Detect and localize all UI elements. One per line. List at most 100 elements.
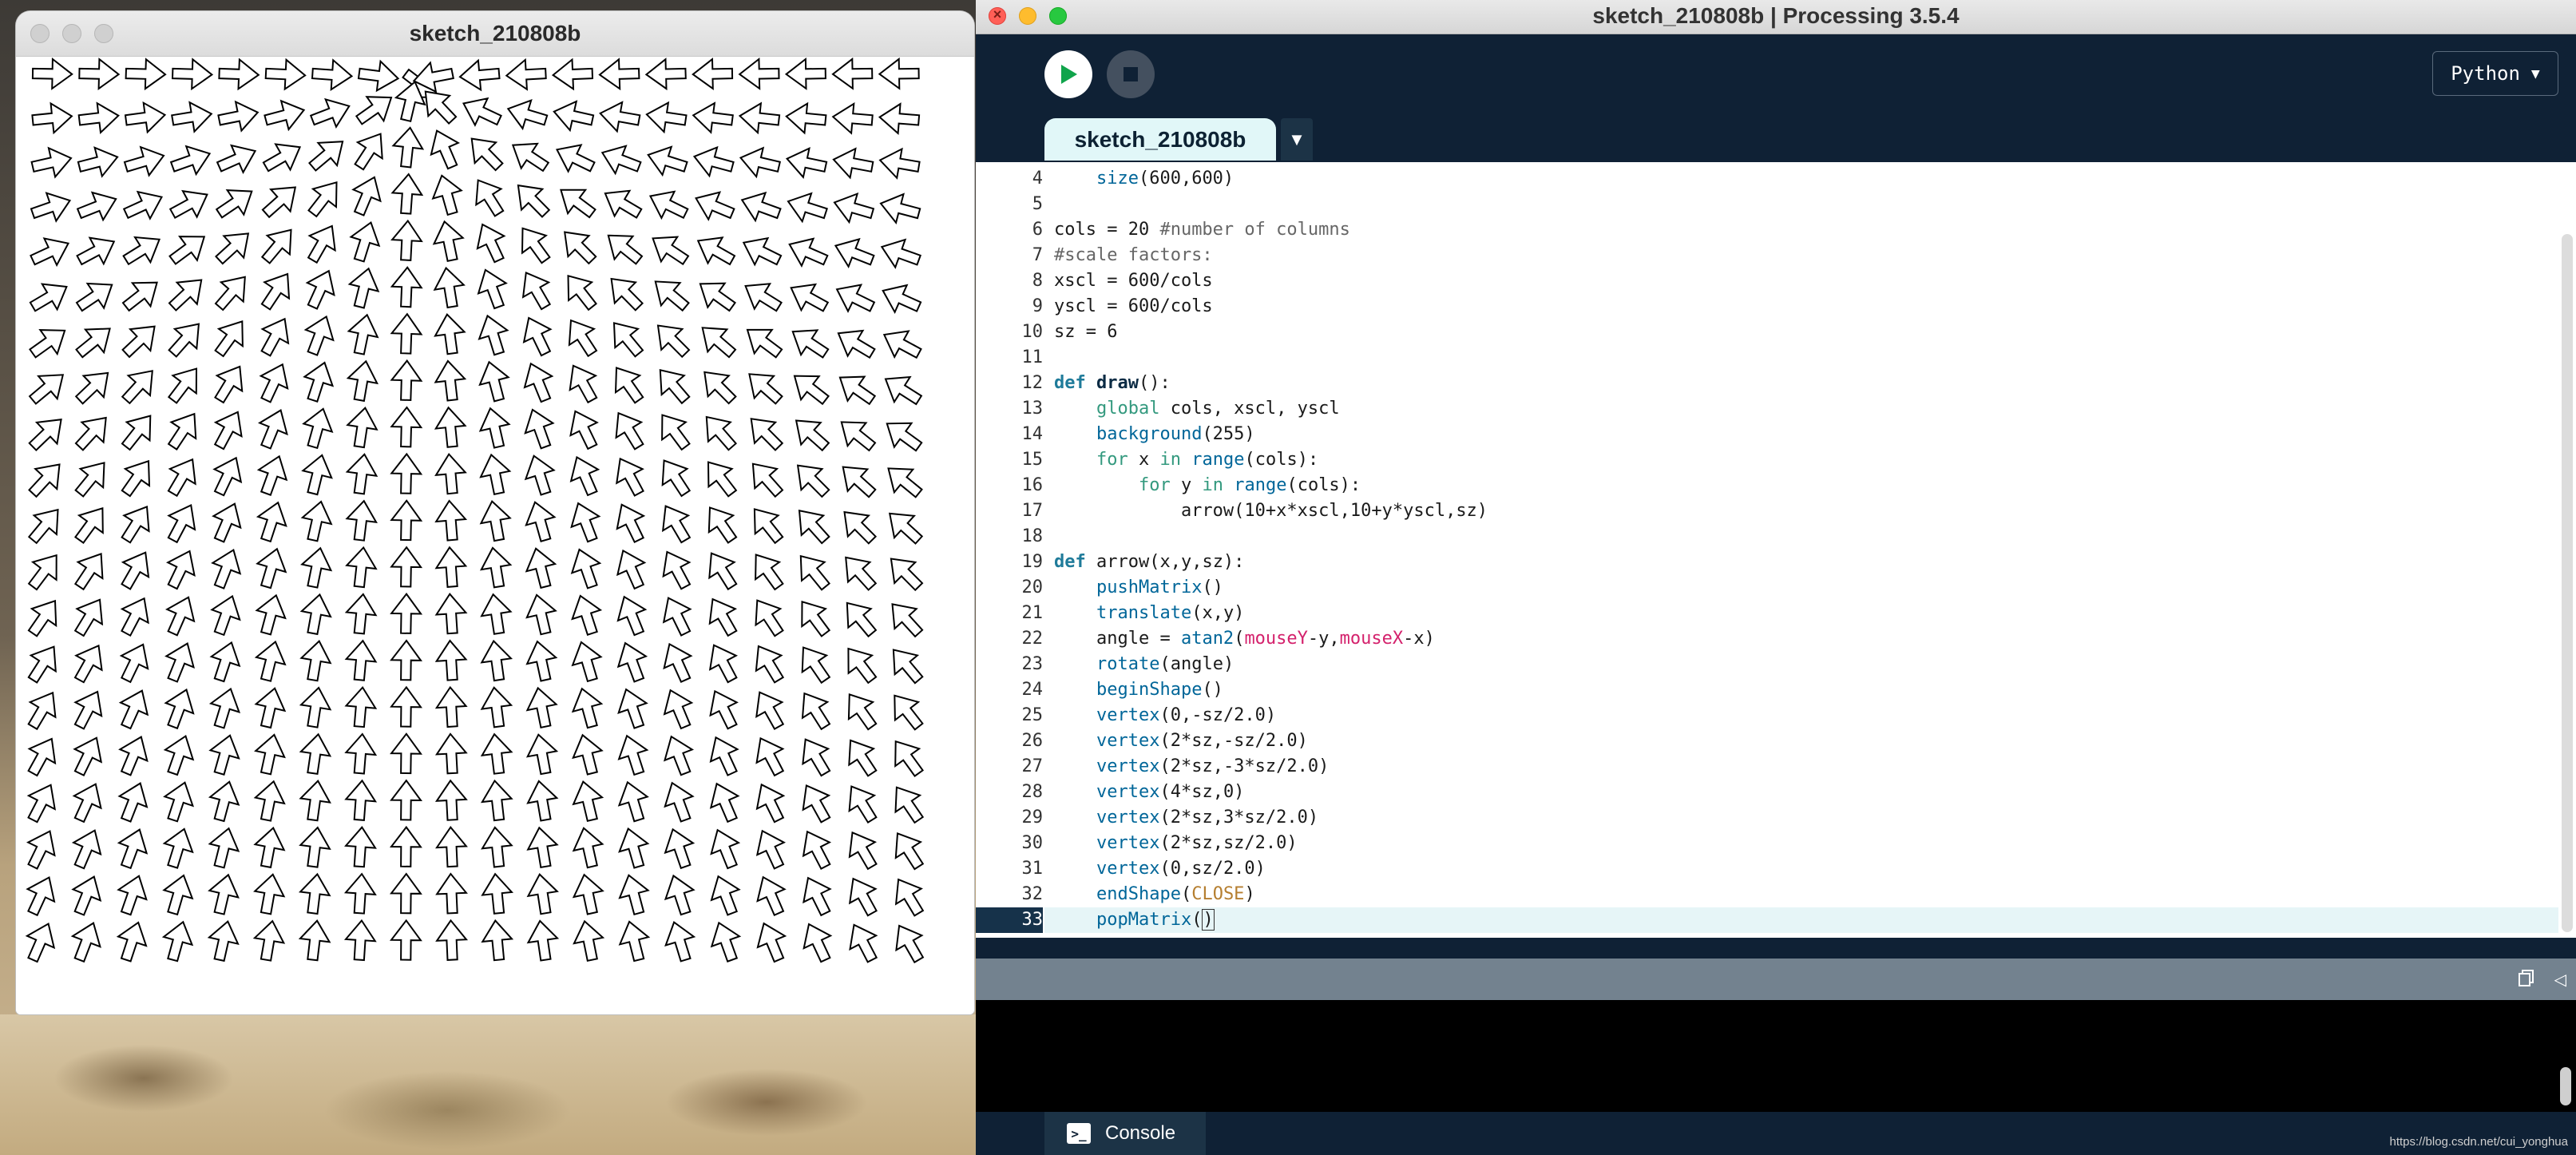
arrow-shape [569, 364, 598, 404]
arrow-shape [347, 267, 380, 309]
arrow-shape [260, 228, 292, 264]
arrow-shape [707, 461, 738, 498]
arrow-shape [481, 779, 513, 822]
code-line[interactable]: vertex(0,sz/2.0) [1044, 856, 2558, 882]
arrow-shape [118, 736, 149, 776]
arrow-shape [74, 416, 107, 451]
line-number: 24 [1021, 680, 1044, 700]
arrow-shape [506, 98, 549, 131]
arrow-shape [616, 549, 647, 590]
arrow-shape [480, 593, 513, 635]
arrow-shape [73, 690, 103, 730]
code-line[interactable]: rotate(angle) [1044, 652, 2558, 677]
arrow-shape [309, 97, 351, 129]
arrow-shape [481, 826, 513, 868]
arrow-shape [571, 687, 604, 729]
code-line[interactable]: def draw(): [1044, 371, 2558, 396]
copy-icon[interactable] [2517, 968, 2536, 987]
collapse-console-icon[interactable]: ◁ [2554, 970, 2566, 990]
code-line[interactable]: vertex(0,-sz/2.0) [1044, 703, 2558, 728]
arrow-shape [208, 734, 240, 776]
arrow-shape [525, 640, 558, 682]
code-line[interactable]: vertex(2*sz,sz/2.0) [1044, 831, 2558, 856]
arrow-shape [894, 740, 925, 777]
ide-titlebar[interactable]: × sketch_210808b | Processing 3.5.4 [976, 0, 2576, 34]
arrow-shape [434, 593, 468, 635]
tab-menu-button[interactable]: ▼ [1281, 118, 1313, 161]
arrow-shape [569, 455, 600, 497]
arrow-shape [709, 689, 739, 730]
arrow-shape [607, 234, 644, 265]
arrow-shape [168, 189, 208, 219]
editor-scrollbar[interactable] [2562, 234, 2573, 932]
code-line[interactable]: pushMatrix() [1044, 575, 2558, 601]
code-line[interactable]: angle = atan2(mouseY-y,mouseX-x) [1044, 626, 2558, 652]
code-line[interactable]: vertex(4*sz,0) [1044, 780, 2558, 805]
code-line[interactable]: vertex(2*sz,-sz/2.0) [1044, 728, 2558, 754]
code-area[interactable]: size(600,600) cols = 20 #number of column… [1044, 162, 2558, 938]
code-line[interactable]: xscl = 600/cols [1044, 268, 2558, 294]
code-line[interactable]: vertex(2*sz,3*sz/2.0) [1044, 805, 2558, 831]
arrow-shape [31, 57, 73, 90]
arrow-shape [572, 780, 604, 822]
sketch-canvas[interactable] [16, 57, 974, 1014]
code-line[interactable] [1044, 524, 2558, 550]
arrow-shape [525, 686, 558, 728]
code-line[interactable]: endShape(CLOSE) [1044, 882, 2558, 907]
arrow-shape [709, 736, 739, 776]
console-output[interactable] [976, 1000, 2576, 1112]
sketch-titlebar[interactable]: sketch_210808b [16, 11, 974, 57]
arrow-shape [890, 558, 924, 592]
arrow-shape [843, 510, 878, 545]
arrow-shape [878, 102, 921, 135]
code-line[interactable]: arrow(10+x*xscl,10+y*yscl,sz) [1044, 498, 2558, 524]
code-line[interactable]: cols = 20 #number of columns [1044, 217, 2558, 243]
code-line[interactable]: size(600,600) [1044, 166, 2558, 192]
arrow-shape [390, 359, 423, 402]
arrow-shape [121, 370, 153, 405]
arrow-shape [479, 453, 512, 495]
code-line[interactable]: def arrow(x,y,sz): [1044, 550, 2558, 575]
code-line[interactable]: global cols, xscl, yscl [1044, 396, 2558, 422]
code-editor[interactable]: 4 5 6 7 8 9 10 11 12 13 14 15 16 17 18 19 20 21 22 23 24 25 26… [976, 162, 2576, 938]
arrow-shape [755, 554, 784, 591]
arrow-shape [164, 642, 195, 683]
code-line[interactable] [1044, 345, 2558, 371]
arrow-shape [303, 361, 335, 403]
code-line[interactable]: for y in range(cols): [1044, 473, 2558, 498]
code-line[interactable]: translate(x,y) [1044, 601, 2558, 626]
arrow-shape [838, 375, 877, 406]
arrow-shape [571, 641, 603, 683]
tab-sketch[interactable]: sketch_210808b [1044, 118, 1276, 161]
run-button[interactable] [1044, 50, 1092, 98]
code-line[interactable]: yscl = 600/cols [1044, 294, 2558, 320]
code-line[interactable] [1044, 192, 2558, 217]
code-line[interactable]: beginShape() [1044, 677, 2558, 703]
code-line[interactable]: sz = 6 [1044, 320, 2558, 345]
arrow-shape [787, 192, 828, 224]
code-line[interactable]: popMatrix() [1044, 907, 2558, 933]
mode-selector[interactable]: Python ▼ [2432, 51, 2558, 96]
tab-console[interactable]: >_ Console [1044, 1112, 1206, 1155]
stop-button[interactable] [1107, 50, 1155, 98]
arrow-shape [434, 406, 467, 448]
arrow-shape [343, 872, 377, 915]
code-line[interactable]: for x in range(cols): [1044, 447, 2558, 473]
arrow-shape [878, 57, 920, 90]
arrow-shape [30, 192, 72, 223]
arrow-shape [738, 57, 780, 90]
line-number: 20 [1021, 578, 1044, 597]
arrow-shape [755, 736, 785, 777]
console-scrollbar[interactable] [2560, 1067, 2571, 1105]
arrow-shape [260, 272, 291, 311]
terminal-icon: >_ [1067, 1123, 1091, 1144]
arrow-shape [568, 319, 598, 358]
arrow-shape [311, 58, 354, 92]
code-line[interactable]: background(255) [1044, 422, 2558, 447]
line-number: 21 [1021, 603, 1044, 623]
code-line[interactable]: vertex(2*sz,-3*sz/2.0) [1044, 754, 2558, 780]
arrow-shape [390, 266, 423, 308]
code-line[interactable]: #scale factors: [1044, 243, 2558, 268]
arrow-shape [891, 603, 924, 638]
arrow-shape [390, 499, 423, 542]
